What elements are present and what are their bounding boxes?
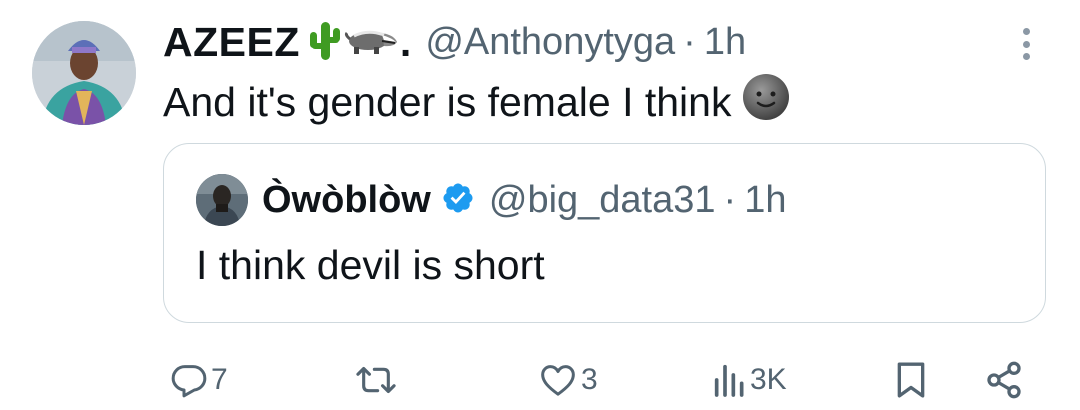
tweet-text-content: And it's gender is female I think [163,78,732,125]
author-handle[interactable]: @Anthonytyga [425,21,675,64]
views-icon [712,360,748,400]
cactus-icon [308,20,342,65]
moon-face-icon [741,72,791,132]
repost-icon [353,360,399,400]
author-avatar[interactable] [32,21,136,125]
views-count: 3K [750,363,787,396]
quoted-tweet-timestamp[interactable]: 1h [744,179,786,222]
quoted-tweet-header: Òwòblòw @big_data31 · 1h [262,174,786,226]
reply-count: 7 [211,363,228,396]
bookmark-button[interactable] [893,350,929,410]
name-suffix: . [399,18,412,65]
verified-badge-icon [441,181,475,220]
name-emojis [308,20,398,65]
like-count: 3 [581,363,598,396]
tweet-header: AZEEZ . @Anthonytyga · 1h [163,14,746,70]
author-display-name[interactable]: AZEEZ [163,19,300,66]
quoted-header-separator: · [723,178,737,221]
header-separator: · [683,20,696,63]
share-icon [984,360,1024,400]
reply-button[interactable]: 7 [169,350,228,410]
quoted-author-handle[interactable]: @big_data31 [489,179,716,222]
views-button[interactable]: 3K [712,350,787,410]
quoted-tweet-text: I think devil is short [196,242,545,288]
more-vertical-icon[interactable] [1016,24,1036,64]
like-icon [537,360,579,400]
reply-icon [169,360,209,400]
quoted-author-display-name[interactable]: Òwòblòw [262,179,431,222]
bookmark-icon [893,360,929,400]
tweet-text: And it's gender is female I think [163,72,791,132]
quoted-tweet[interactable]: Òwòblòw @big_data31 · 1h I think devil i… [163,143,1046,323]
like-button[interactable]: 3 [537,350,598,410]
share-button[interactable] [984,350,1024,410]
badger-icon [344,25,398,60]
action-bar: 7 3 3K [0,350,1080,410]
repost-button[interactable] [353,350,401,410]
quoted-author-avatar[interactable] [196,174,248,226]
tweet-timestamp[interactable]: 1h [704,21,746,64]
